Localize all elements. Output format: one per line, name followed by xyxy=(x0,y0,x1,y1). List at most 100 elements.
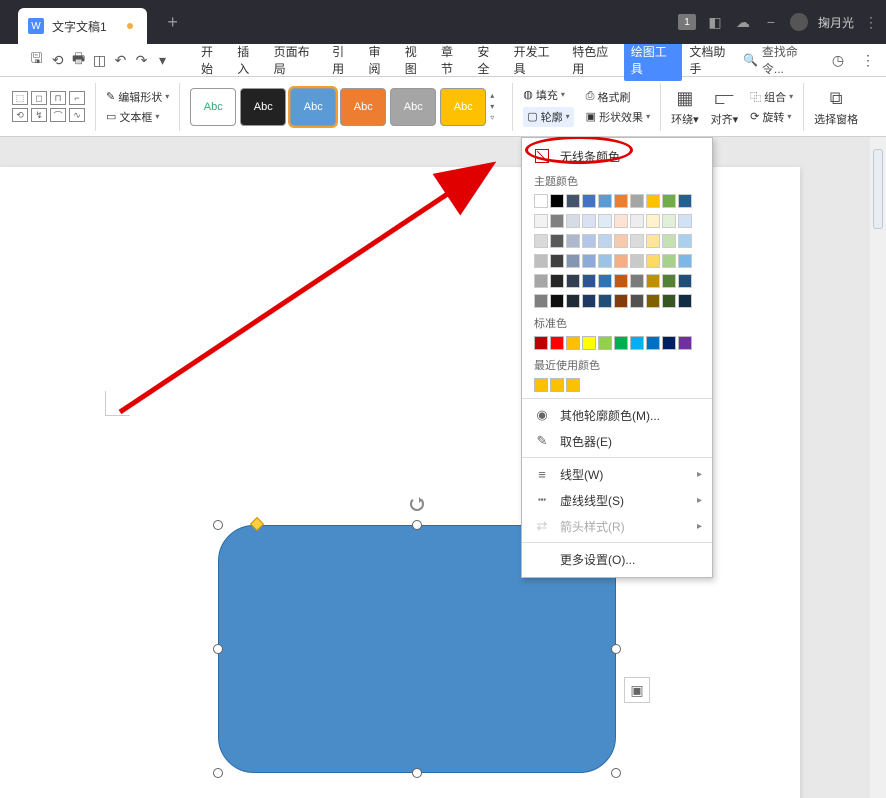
color-swatch[interactable] xyxy=(614,254,628,268)
document-tab[interactable]: W 文字文稿1 xyxy=(18,8,147,44)
color-swatch[interactable] xyxy=(534,214,548,228)
color-swatch[interactable] xyxy=(614,214,628,228)
color-swatch[interactable] xyxy=(598,294,612,308)
color-swatch[interactable] xyxy=(614,274,628,288)
line-style-item[interactable]: ≡线型(W)▸ xyxy=(522,461,712,487)
color-swatch[interactable] xyxy=(598,274,612,288)
color-swatch[interactable] xyxy=(566,274,580,288)
menu-视图[interactable]: 视图 xyxy=(398,39,434,81)
menu-特色应用[interactable]: 特色应用 xyxy=(565,39,624,81)
vertical-scrollbar[interactable] xyxy=(870,137,886,798)
color-swatch[interactable] xyxy=(630,274,644,288)
color-swatch[interactable] xyxy=(678,194,692,208)
color-swatch[interactable] xyxy=(550,294,564,308)
color-swatch[interactable] xyxy=(678,274,692,288)
resize-handle-bm[interactable] xyxy=(412,768,422,778)
color-swatch[interactable] xyxy=(662,194,676,208)
color-swatch[interactable] xyxy=(678,234,692,248)
save-icon[interactable]: 🖫 xyxy=(27,50,46,70)
select-pane-button[interactable]: ⧉选择窗格 xyxy=(814,86,858,127)
menu-插入[interactable]: 插入 xyxy=(230,39,266,81)
print-icon[interactable]: 🖶 xyxy=(69,50,88,70)
color-swatch[interactable] xyxy=(534,194,548,208)
collapse-ribbon-icon[interactable]: ◷ xyxy=(828,50,848,70)
color-swatch[interactable] xyxy=(646,336,660,350)
color-swatch[interactable] xyxy=(534,378,548,392)
menu-文档助手[interactable]: 文档助手 xyxy=(682,39,741,81)
eyedropper-item[interactable]: ✎取色器(E) xyxy=(522,428,712,454)
fill-button[interactable]: ◍填充▾ xyxy=(523,87,573,103)
color-swatch[interactable] xyxy=(646,294,660,308)
menu-安全[interactable]: 安全 xyxy=(470,39,506,81)
canvas[interactable]: ▣ 无线条颜色 主题颜色 标准色 最近使用颜色 ◉其他轮廓颜色(M)... ✎取… xyxy=(0,137,886,798)
color-swatch[interactable] xyxy=(630,336,644,350)
resize-handle-tl[interactable] xyxy=(213,520,223,530)
color-swatch[interactable] xyxy=(662,336,676,350)
color-swatch[interactable] xyxy=(678,336,692,350)
gallery-more-icon[interactable]: ▿ xyxy=(490,113,502,122)
color-swatch[interactable] xyxy=(534,254,548,268)
style-4[interactable]: Abc xyxy=(340,88,386,126)
menu-绘图工具[interactable]: 绘图工具 xyxy=(624,39,683,81)
style-6[interactable]: Abc xyxy=(440,88,486,126)
color-swatch[interactable] xyxy=(646,234,660,248)
rotate-button[interactable]: ⟳旋转▾ xyxy=(750,109,793,125)
color-swatch[interactable] xyxy=(566,234,580,248)
color-swatch[interactable] xyxy=(630,214,644,228)
color-swatch[interactable] xyxy=(662,214,676,228)
color-swatch[interactable] xyxy=(566,336,580,350)
menu-页面布局[interactable]: 页面布局 xyxy=(267,39,326,81)
dash-style-item[interactable]: ┅虚线线型(S)▸ xyxy=(522,487,712,513)
resize-handle-tm[interactable] xyxy=(412,520,422,530)
command-search[interactable]: 🔍 查找命令... xyxy=(743,43,816,77)
color-swatch[interactable] xyxy=(550,194,564,208)
menu-审阅[interactable]: 审阅 xyxy=(361,39,397,81)
dropdown-icon[interactable]: ▾ xyxy=(153,50,172,70)
align-button[interactable]: ⫍对齐▾ xyxy=(711,86,739,127)
format-painter-button[interactable]: ⎙格式刷 xyxy=(586,89,650,105)
overflow-icon[interactable]: ⋮ xyxy=(864,14,880,31)
color-swatch[interactable] xyxy=(630,294,644,308)
resize-handle-mr[interactable] xyxy=(611,644,621,654)
resize-handle-ml[interactable] xyxy=(213,644,223,654)
color-swatch[interactable] xyxy=(534,294,548,308)
color-swatch[interactable] xyxy=(614,234,628,248)
color-swatch[interactable] xyxy=(582,254,596,268)
color-swatch[interactable] xyxy=(598,214,612,228)
color-swatch[interactable] xyxy=(646,274,660,288)
color-swatch[interactable] xyxy=(646,254,660,268)
color-swatch[interactable] xyxy=(534,336,548,350)
no-line-color-item[interactable]: 无线条颜色 xyxy=(522,143,712,169)
skin-icon[interactable]: ◧ xyxy=(706,13,724,31)
color-swatch[interactable] xyxy=(566,214,580,228)
color-swatch[interactable] xyxy=(550,336,564,350)
shape-effect-button[interactable]: ▣形状效果▾ xyxy=(586,109,650,125)
color-swatch[interactable] xyxy=(614,336,628,350)
shape-picker[interactable]: ⬚◻⊓⌐ ⟲↯⌒∿ xyxy=(12,91,85,122)
print-preview-icon[interactable]: ⟲ xyxy=(48,50,67,70)
shape-style-gallery[interactable]: Abc Abc Abc Abc Abc Abc ▴ ▾ ▿ xyxy=(190,88,502,126)
paste-icon[interactable]: ◫ xyxy=(90,50,109,70)
undo-icon[interactable]: ↶ xyxy=(111,50,130,70)
floating-layout-button[interactable]: ▣ xyxy=(624,677,650,703)
redo-icon[interactable]: ↷ xyxy=(132,50,151,70)
color-swatch[interactable] xyxy=(678,214,692,228)
resize-handle-br[interactable] xyxy=(611,768,621,778)
color-swatch[interactable] xyxy=(598,234,612,248)
more-icon[interactable]: − xyxy=(762,13,780,31)
style-2[interactable]: Abc xyxy=(240,88,286,126)
color-swatch[interactable] xyxy=(614,194,628,208)
color-swatch[interactable] xyxy=(582,214,596,228)
color-swatch[interactable] xyxy=(566,194,580,208)
color-swatch[interactable] xyxy=(566,254,580,268)
color-swatch[interactable] xyxy=(550,234,564,248)
cloud-icon[interactable]: ☁ xyxy=(734,13,752,31)
avatar[interactable] xyxy=(790,13,808,31)
color-swatch[interactable] xyxy=(630,254,644,268)
color-swatch[interactable] xyxy=(550,214,564,228)
color-swatch[interactable] xyxy=(646,214,660,228)
gallery-down-icon[interactable]: ▾ xyxy=(490,102,502,111)
style-3[interactable]: Abc xyxy=(290,88,336,126)
color-swatch[interactable] xyxy=(582,294,596,308)
color-swatch[interactable] xyxy=(534,274,548,288)
